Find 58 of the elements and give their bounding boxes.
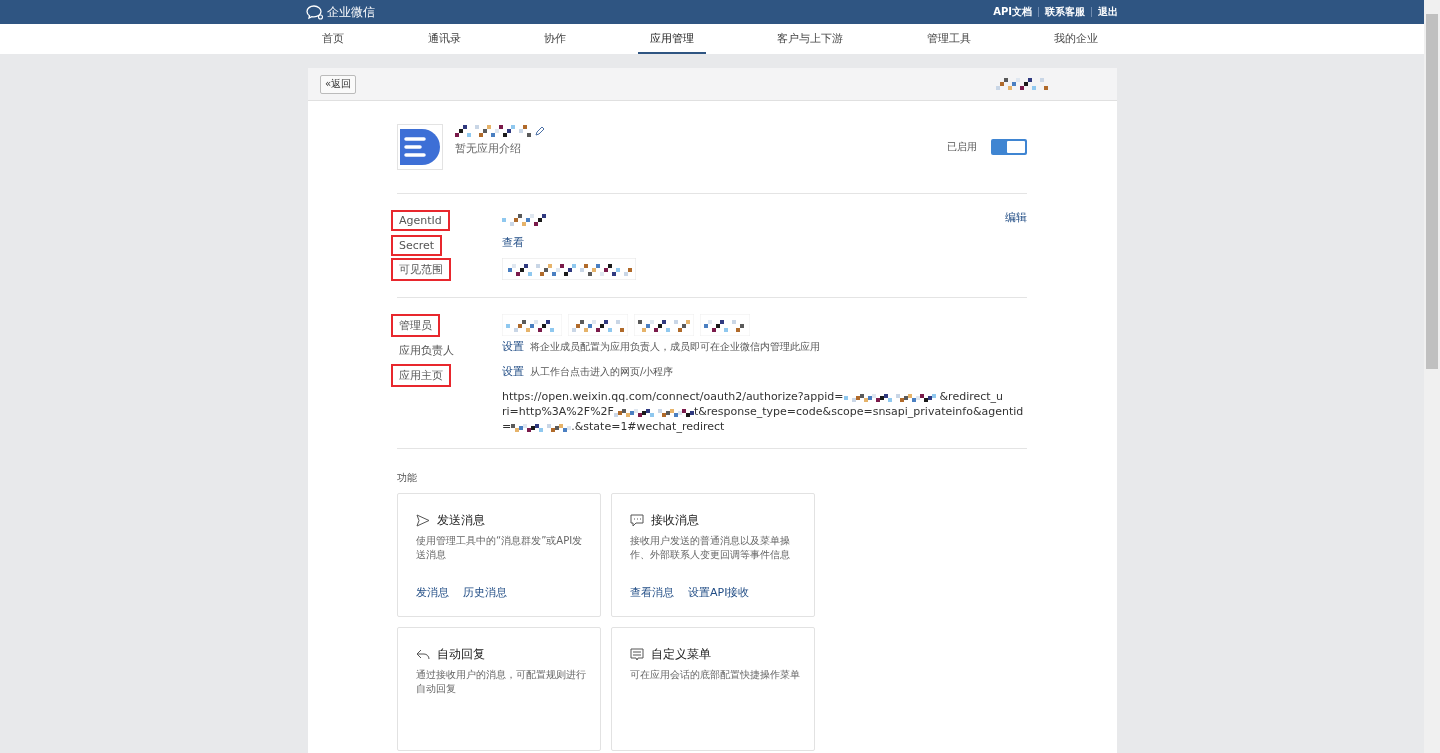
edit-link[interactable]: 编辑 [1005,210,1027,225]
url-text: &redirect_u [939,389,1004,404]
field-label: AgentId [391,210,450,231]
mosaic-redaction [568,314,628,336]
chat-logo-icon [306,4,324,20]
feature-description: 可在应用会话的底部配置快捷操作菜单 [630,668,800,682]
top-link[interactable]: 联系客服 [1045,5,1085,19]
app-logo-icon [397,124,443,170]
mosaic-redaction [634,314,694,336]
nav-tab[interactable]: 应用管理 [637,24,706,54]
mosaic-redaction [502,314,562,336]
status-label: 已启用 [947,140,977,154]
send-icon [416,514,430,527]
url-text: ri=http%3A%2F%2F [502,404,614,419]
feature-link[interactable]: 查看消息 [630,585,674,600]
menu-icon [630,648,644,661]
feature-title: 自动回复 [437,646,485,663]
feature-description: 通过接收用户的消息，可配置规则进行自动回复 [416,668,586,696]
feature-link[interactable]: 设置API接收 [688,585,750,600]
set-link[interactable]: 设置 [502,364,524,379]
nav-tab[interactable]: 管理工具 [914,24,983,54]
section-title: 功能 [397,471,418,485]
mosaic-redaction [511,421,572,432]
top-link[interactable]: API文档 [993,5,1032,19]
feature-link[interactable]: 历史消息 [463,585,507,600]
back-button[interactable]: «返回 [320,74,357,94]
view-link[interactable]: 查看 [502,236,524,249]
field-label: 应用主页 [391,364,451,387]
feature-title: 自定义菜单 [651,646,711,663]
field-label: Secret [391,235,443,256]
url-text: t&response_type=code&scope=snsapi_privateinfo&agentid [693,404,1024,419]
url-text: https://open.weixin.qq.com/connect/oauth2/authorize?appid= [502,389,844,404]
pencil-icon[interactable] [535,126,545,136]
hint-text: 将企业成员配置为应用负责人，成员即可在企业微信内管理此应用 [530,340,820,354]
nav-tab[interactable]: 我的企业 [1042,24,1110,54]
mosaic-redaction [700,314,750,336]
feature-link[interactable]: 发消息 [416,585,449,600]
hint-text: 从工作台点击进入的网页/小程序 [530,365,674,379]
url-text: .&state=1#wechat_redirect [571,419,725,434]
field-label: 可见范围 [391,258,451,281]
set-link[interactable]: 设置 [502,339,524,354]
reply-icon [416,648,430,661]
nav-tab[interactable]: 客户与上下游 [765,24,855,54]
nav-tab[interactable]: 通讯录 [415,24,473,54]
url-text: = [502,419,512,434]
field-label: 应用负责人 [398,343,455,359]
feature-description: 使用管理工具中的“消息群发”或API发送消息 [416,534,584,562]
nav-tab[interactable]: 首页 [310,24,356,54]
chat-icon [630,514,644,527]
app-description: 暂无应用介绍 [455,141,522,156]
enable-toggle[interactable] [991,139,1027,155]
logo-text: 企业微信 [327,3,375,21]
feature-description: 接收用户发送的普通消息以及菜单操作、外部联系人变更回调等事件信息 [630,534,791,562]
feature-title: 接收消息 [651,512,699,529]
top-link[interactable]: 退出 [1098,5,1118,19]
field-label: 管理员 [391,314,440,337]
feature-title: 发送消息 [437,512,485,529]
nav-tab[interactable]: 协作 [532,24,578,54]
